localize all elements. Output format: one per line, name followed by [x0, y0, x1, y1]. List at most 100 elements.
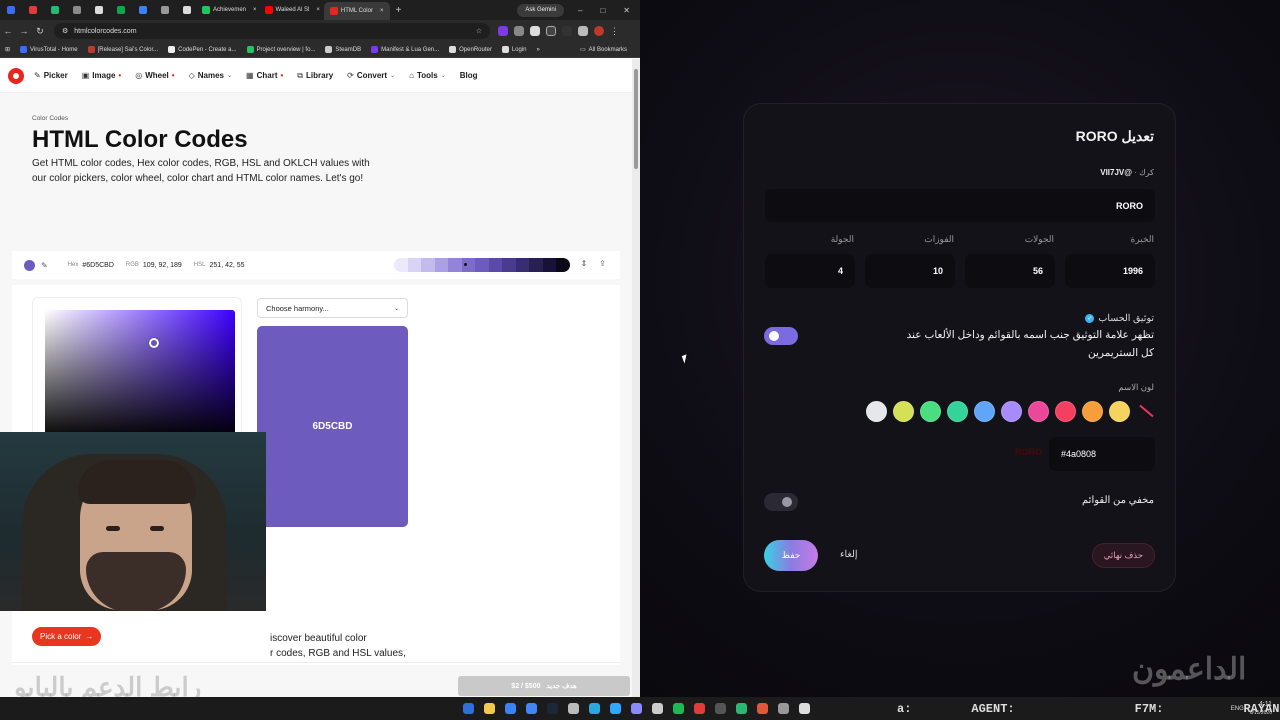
- bookmark-item[interactable]: OpenRouter: [444, 46, 497, 53]
- expand-icon[interactable]: ⇕: [581, 259, 588, 268]
- taskbar-app-icon[interactable]: [589, 703, 600, 714]
- hex-value[interactable]: #6D5CBD: [82, 262, 114, 269]
- nav-item-picker[interactable]: ✎ Picker: [34, 71, 68, 80]
- rgb-value[interactable]: 109, 92, 189: [143, 262, 182, 269]
- shade-cell[interactable]: [502, 258, 516, 272]
- color-option[interactable]: [1109, 401, 1130, 422]
- profile-avatar[interactable]: [594, 26, 604, 36]
- saturation-area[interactable]: [45, 310, 235, 440]
- taskbar-app-icon[interactable]: [526, 703, 537, 714]
- browser-tab[interactable]: [110, 2, 132, 18]
- extensions-puzzle-icon[interactable]: [546, 26, 556, 36]
- taskbar-app-icon[interactable]: [694, 703, 705, 714]
- stat-input[interactable]: 1996: [1065, 254, 1155, 288]
- nav-item-chart[interactable]: ▦ Chart •: [246, 71, 283, 80]
- save-button[interactable]: حفظ: [764, 540, 818, 571]
- shade-cell[interactable]: [556, 258, 570, 272]
- hidden-toggle[interactable]: [764, 493, 798, 511]
- taskbar-app-icon[interactable]: [757, 703, 768, 714]
- taskbar-app-icon[interactable]: [799, 703, 810, 714]
- eyedropper-icon[interactable]: ✎: [41, 261, 48, 270]
- browser-tab[interactable]: HTML Color ×: [323, 2, 390, 20]
- clock[interactable]: 4:11 6/15/2026: [1250, 701, 1272, 717]
- browser-tab[interactable]: [0, 2, 22, 18]
- shade-cell[interactable]: [434, 258, 449, 272]
- current-color-swatch[interactable]: [24, 259, 35, 271]
- taskbar-app-icon[interactable]: [715, 703, 726, 714]
- taskbar-app-icon[interactable]: [484, 703, 495, 714]
- new-tab-icon[interactable]: +: [396, 5, 402, 16]
- extension-icon[interactable]: [530, 26, 540, 36]
- minimize-icon[interactable]: –: [578, 6, 582, 15]
- more-bookmarks-icon[interactable]: »: [532, 47, 545, 53]
- language-indicator[interactable]: ENG: [1231, 706, 1244, 712]
- browser-tab[interactable]: [176, 2, 198, 18]
- taskbar-app-icon[interactable]: [547, 703, 558, 714]
- color-option[interactable]: [893, 401, 914, 422]
- taskbar-app-icon[interactable]: [505, 703, 516, 714]
- nav-item-names[interactable]: ◇ Names ⌄: [189, 71, 232, 80]
- bookmark-item[interactable]: [Release] Sai's Color...: [83, 46, 164, 53]
- name-input[interactable]: RORO: [765, 189, 1155, 222]
- harmony-select[interactable]: Choose harmony... ⌄: [257, 298, 408, 318]
- shade-cell[interactable]: [475, 258, 489, 272]
- extension-icon[interactable]: [578, 26, 588, 36]
- bookmark-item[interactable]: SteamDB: [320, 46, 366, 53]
- bookmark-item[interactable]: CodePen - Create a...: [163, 46, 241, 53]
- color-option[interactable]: [1055, 401, 1076, 422]
- bookmark-star-icon[interactable]: ☆: [476, 27, 482, 35]
- browser-tab[interactable]: [66, 2, 88, 18]
- pick-a-color-button[interactable]: Pick a color →: [32, 627, 102, 646]
- site-info-icon[interactable]: ⚙: [62, 27, 68, 35]
- taskbar-app-icon[interactable]: [568, 703, 579, 714]
- tab-close-icon[interactable]: ×: [380, 8, 384, 14]
- delete-permanently-button[interactable]: حذف نهائي: [1091, 543, 1155, 568]
- site-logo[interactable]: [8, 67, 24, 84]
- hsl-value[interactable]: 251, 42, 55: [210, 262, 245, 269]
- shade-cell[interactable]: [515, 258, 530, 272]
- taskbar-app-icon[interactable]: [631, 703, 642, 714]
- taskbar-app-icon[interactable]: [610, 703, 621, 714]
- color-option[interactable]: [1028, 401, 1049, 422]
- menu-kebab-icon[interactable]: ⋮: [610, 26, 619, 37]
- browser-tab[interactable]: [154, 2, 176, 18]
- shade-cell[interactable]: [394, 258, 408, 272]
- back-icon[interactable]: ←: [0, 26, 16, 36]
- stat-input[interactable]: 56: [965, 254, 1055, 288]
- apps-grid-icon[interactable]: ⊞: [0, 46, 15, 53]
- reload-icon[interactable]: ↻: [32, 26, 48, 37]
- taskbar-app-icon[interactable]: [736, 703, 747, 714]
- verify-toggle[interactable]: [764, 327, 798, 345]
- browser-tab[interactable]: [132, 2, 154, 18]
- shade-cell[interactable]: [407, 258, 422, 272]
- shade-strip[interactable]: [394, 258, 570, 272]
- shade-cell[interactable]: [448, 258, 462, 272]
- color-option[interactable]: [947, 401, 968, 422]
- stat-input[interactable]: 4: [765, 254, 855, 288]
- taskbar-app-icon[interactable]: [463, 703, 474, 714]
- bookmark-item[interactable]: Project overview | fo...: [242, 46, 321, 53]
- scrollbar-thumb[interactable]: [634, 69, 638, 169]
- nav-item-image[interactable]: ▣ Image •: [82, 71, 122, 80]
- cancel-button[interactable]: إلغاء: [840, 549, 857, 560]
- close-icon[interactable]: ✕: [623, 6, 630, 15]
- extension-icon[interactable]: [498, 26, 508, 36]
- shade-cell[interactable]: [488, 258, 503, 272]
- nav-item-library[interactable]: ⧉ Library: [297, 71, 333, 81]
- nav-item-tools[interactable]: ⌂ Tools ⌄: [409, 71, 446, 80]
- color-option[interactable]: [1082, 401, 1103, 422]
- bookmark-item[interactable]: Login: [497, 46, 532, 53]
- browser-tab[interactable]: [44, 2, 66, 18]
- nav-item-convert[interactable]: ⟳ Convert ⌄: [347, 71, 395, 80]
- all-bookmarks[interactable]: ▭ All Bookmarks: [575, 46, 632, 54]
- bookmark-item[interactable]: VirusTotal - Home: [15, 46, 83, 53]
- picker-knob[interactable]: [149, 338, 159, 348]
- color-option[interactable]: [974, 401, 995, 422]
- bookmark-item[interactable]: Manifest & Lua Gen...: [366, 46, 444, 53]
- breadcrumb[interactable]: Color Codes: [32, 115, 68, 122]
- stat-input[interactable]: 10: [865, 254, 955, 288]
- color-option[interactable]: [920, 401, 941, 422]
- tab-close-icon[interactable]: ×: [253, 7, 257, 13]
- forward-icon[interactable]: →: [16, 26, 32, 36]
- share-icon[interactable]: ⇪: [599, 259, 606, 268]
